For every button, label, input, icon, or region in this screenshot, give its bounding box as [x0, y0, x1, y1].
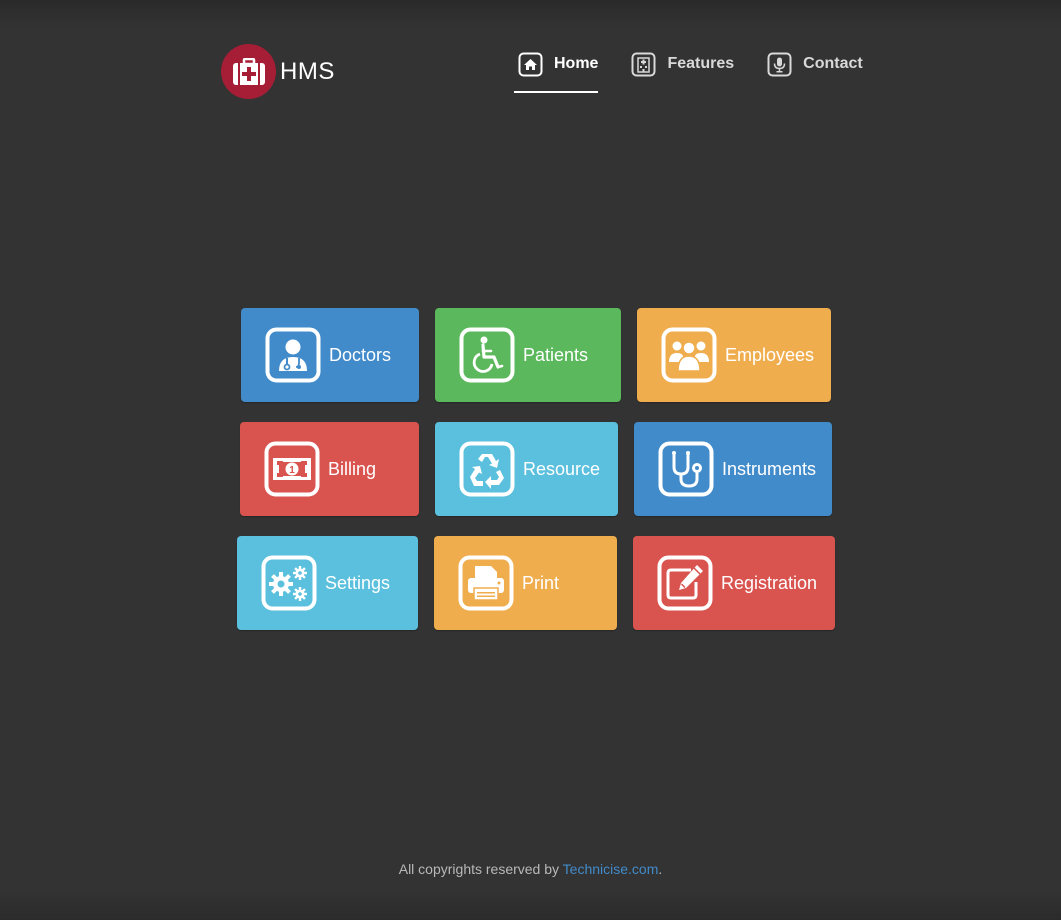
- tile-resource[interactable]: Resource: [435, 422, 618, 516]
- edit-icon: [657, 555, 713, 611]
- footer-suffix: .: [658, 861, 663, 877]
- user-md-icon: [265, 327, 321, 383]
- stethoscope-icon: [658, 441, 714, 497]
- tile-label-registration: Registration: [721, 572, 818, 593]
- tile-label-resource: Resource: [523, 458, 601, 479]
- nav-item-home[interactable]: Home: [514, 50, 599, 93]
- nav-label-contact: Contact: [803, 55, 863, 72]
- money-icon: 1: [264, 441, 320, 497]
- page-background: HMS Home Features Contact Doctors Patien…: [0, 0, 1061, 920]
- main-nav: Home Features Contact: [514, 50, 892, 94]
- footer-text: All copyrights reserved by: [398, 861, 563, 877]
- nav-label-features: Features: [667, 55, 735, 72]
- tile-instruments[interactable]: Instruments: [634, 422, 832, 516]
- brand-name: HMS: [280, 57, 335, 85]
- tile-label-instruments: Instruments: [722, 458, 817, 479]
- tile-billing[interactable]: 1 Billing: [240, 422, 419, 516]
- tile-label-employees: Employees: [725, 344, 815, 365]
- brand[interactable]: HMS: [221, 44, 335, 99]
- tile-label-settings: Settings: [325, 572, 391, 593]
- footer: All copyrights reserved by Technicise.co…: [0, 861, 1061, 877]
- microphone-icon: [767, 52, 792, 77]
- nav-label-home: Home: [554, 55, 599, 72]
- tile-settings[interactable]: Settings: [237, 536, 418, 630]
- print-icon: [458, 555, 514, 611]
- tile-employees[interactable]: Employees: [637, 308, 831, 402]
- svg-text:1: 1: [289, 465, 295, 476]
- nav-item-contact[interactable]: Contact: [763, 50, 863, 78]
- users-icon: [661, 327, 717, 383]
- tile-label-patients: Patients: [523, 344, 589, 365]
- tile-label-print: Print: [522, 572, 560, 593]
- hospital-icon: [631, 52, 656, 77]
- recycle-icon: [459, 441, 515, 497]
- footer-link[interactable]: Technicise.com: [563, 861, 659, 877]
- tile-patients[interactable]: Patients: [435, 308, 621, 402]
- tile-registration[interactable]: Registration: [633, 536, 835, 630]
- tile-doctors[interactable]: Doctors: [241, 308, 419, 402]
- nav-item-features[interactable]: Features: [627, 50, 734, 78]
- home-icon: [518, 52, 543, 77]
- cogs-icon: [261, 555, 317, 611]
- tile-label-doctors: Doctors: [329, 344, 392, 365]
- wheelchair-icon: [459, 327, 515, 383]
- medkit-icon: [221, 44, 276, 99]
- tile-print[interactable]: Print: [434, 536, 617, 630]
- tile-label-billing: Billing: [328, 458, 377, 479]
